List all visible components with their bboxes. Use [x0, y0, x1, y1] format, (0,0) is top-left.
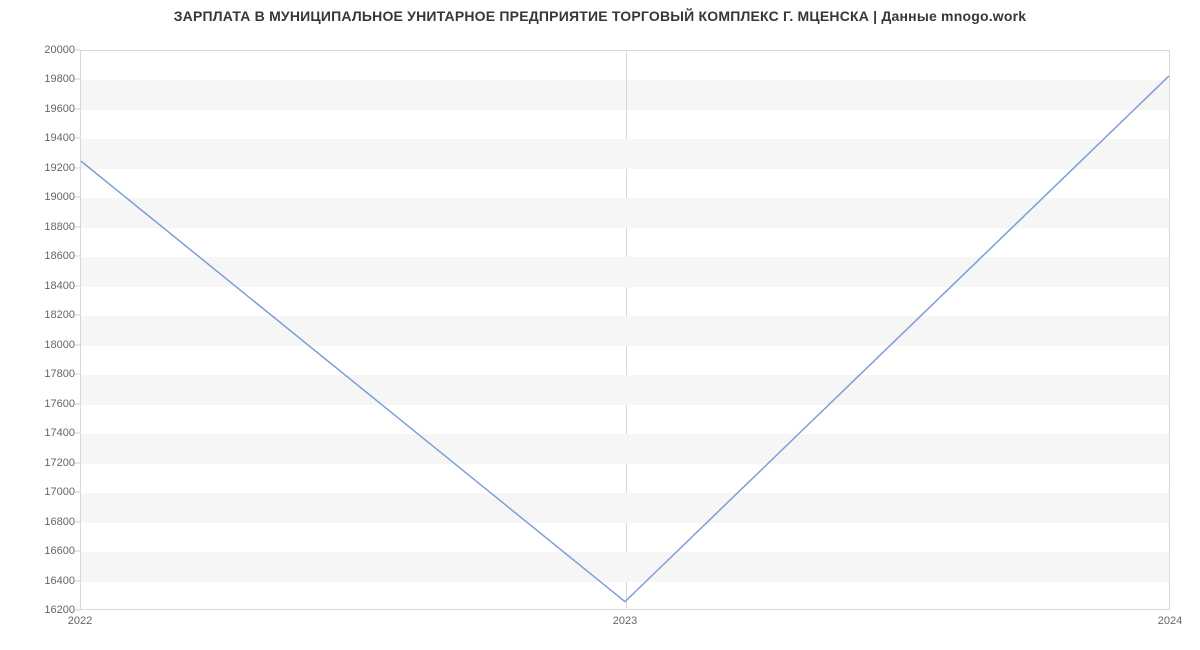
- y-tick-label: 19600: [25, 103, 75, 115]
- y-tick-label: 20000: [25, 44, 75, 56]
- y-tick-mark: [75, 285, 80, 286]
- y-tick-label: 16800: [25, 516, 75, 528]
- y-tick-mark: [75, 521, 80, 522]
- line-layer: [81, 51, 1169, 609]
- chart-title: ЗАРПЛАТА В МУНИЦИПАЛЬНОЕ УНИТАРНОЕ ПРЕДП…: [0, 8, 1200, 24]
- y-tick-label: 18200: [25, 309, 75, 321]
- y-tick-mark: [75, 315, 80, 316]
- y-tick-mark: [75, 79, 80, 80]
- x-tick-label: 2023: [613, 615, 637, 627]
- y-tick-label: 19800: [25, 73, 75, 85]
- y-tick-mark: [75, 197, 80, 198]
- series-line: [81, 76, 1169, 602]
- y-tick-mark: [75, 610, 80, 611]
- y-tick-label: 17800: [25, 368, 75, 380]
- y-tick-label: 17200: [25, 457, 75, 469]
- y-tick-label: 19400: [25, 132, 75, 144]
- plot-area: [80, 50, 1170, 610]
- y-tick-mark: [75, 167, 80, 168]
- y-tick-label: 19200: [25, 162, 75, 174]
- y-tick-mark: [75, 226, 80, 227]
- y-tick-mark: [75, 462, 80, 463]
- y-tick-mark: [75, 344, 80, 345]
- y-tick-mark: [75, 108, 80, 109]
- y-tick-label: 18600: [25, 250, 75, 262]
- x-tick-label: 2022: [68, 615, 92, 627]
- y-tick-mark: [75, 374, 80, 375]
- y-tick-mark: [75, 580, 80, 581]
- y-tick-mark: [75, 433, 80, 434]
- y-tick-label: 16600: [25, 545, 75, 557]
- y-tick-label: 16400: [25, 575, 75, 587]
- y-tick-mark: [75, 403, 80, 404]
- y-tick-mark: [75, 50, 80, 51]
- y-tick-mark: [75, 551, 80, 552]
- y-tick-label: 19000: [25, 191, 75, 203]
- y-tick-label: 17600: [25, 398, 75, 410]
- y-tick-mark: [75, 138, 80, 139]
- y-tick-mark: [75, 492, 80, 493]
- y-tick-label: 18800: [25, 221, 75, 233]
- chart-container: ЗАРПЛАТА В МУНИЦИПАЛЬНОЕ УНИТАРНОЕ ПРЕДП…: [0, 0, 1200, 650]
- y-tick-label: 18000: [25, 339, 75, 351]
- x-tick-label: 2024: [1158, 615, 1182, 627]
- y-tick-label: 18400: [25, 280, 75, 292]
- y-tick-label: 17400: [25, 427, 75, 439]
- y-tick-label: 17000: [25, 486, 75, 498]
- y-tick-mark: [75, 256, 80, 257]
